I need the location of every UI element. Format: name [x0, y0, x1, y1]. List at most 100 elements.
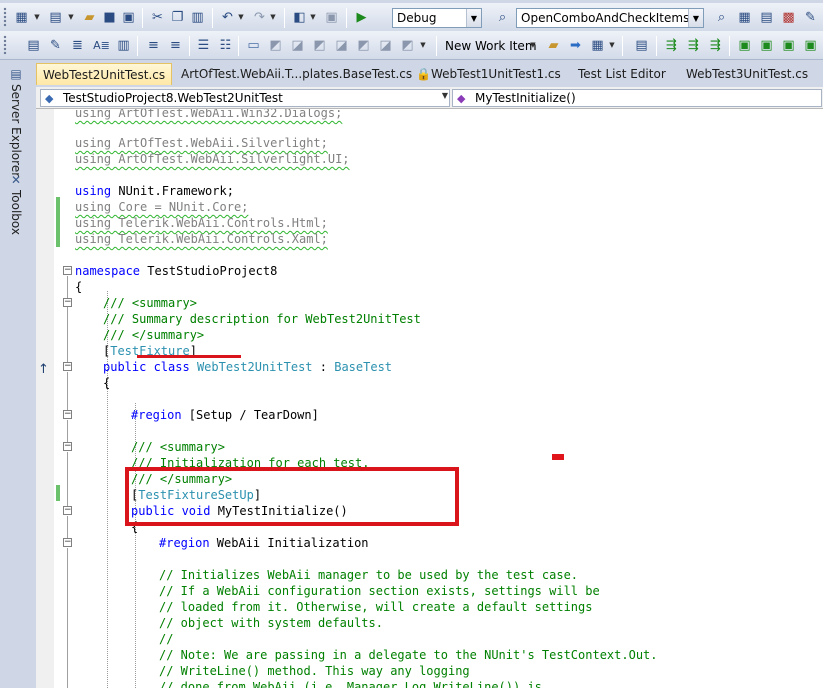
code-line: // WriteLine() method. This way any logg… — [159, 664, 470, 678]
undo-dropdown[interactable]: ▼ — [236, 8, 246, 27]
collapse-summary-icon[interactable]: − — [63, 298, 72, 307]
next-bookmark-folder-icon[interactable]: ◪ — [332, 36, 351, 55]
indicator-margin[interactable] — [36, 109, 54, 688]
chevron-down-icon[interactable]: ▼ — [442, 91, 448, 100]
run-tests-icon[interactable]: ⇶ — [662, 36, 681, 55]
prev-bookmark-doc-icon[interactable]: ◩ — [354, 36, 373, 55]
toolbar-grip[interactable] — [3, 35, 7, 55]
uncomment-icon[interactable]: ☷ — [216, 36, 235, 55]
code-line: #region [Setup / TearDown] — [131, 407, 319, 423]
navigate-dropdown[interactable]: ▼ — [308, 8, 318, 27]
type-combo[interactable]: ◆ TestStudioProject8.WebTest2UnitTest ▼ — [40, 89, 450, 107]
chevron-down-icon[interactable]: ▼ — [466, 9, 481, 27]
solution-configuration-combo[interactable]: Debug ▼ — [392, 8, 482, 28]
toggle-bookmark-icon[interactable]: ▭ — [244, 36, 263, 55]
nav-forward-icon[interactable]: ▣ — [322, 8, 341, 27]
collapse-class-icon[interactable]: − — [63, 362, 72, 371]
add-item-dropdown[interactable]: ▼ — [66, 8, 76, 27]
toolbox-icon[interactable]: ✎ — [801, 8, 820, 27]
test-list-icon[interactable]: ▣ — [779, 36, 798, 55]
server-explorer-tab[interactable]: ▤ Server Explorer — [9, 67, 23, 177]
code-token: TestStudioProject8 — [140, 264, 278, 278]
team-dropdown[interactable]: ▼ — [607, 36, 617, 55]
toolbar-options-dropdown[interactable]: ▼ — [418, 36, 428, 55]
outline-line — [67, 452, 68, 506]
save-all-icon[interactable]: ▣ — [119, 8, 138, 27]
run-all-tests-icon[interactable]: ⇶ — [706, 36, 725, 55]
code-line: /// Summary description for WebTest2Unit… — [103, 312, 421, 326]
toolbar-grip[interactable] — [3, 7, 7, 27]
add-item-icon[interactable]: ▤ — [46, 8, 65, 27]
tab-basetest[interactable]: ArtOfTest.WebAii.T...plates.BaseTest.cs … — [175, 63, 437, 85]
collapse-namespace-icon[interactable]: − — [63, 266, 72, 275]
solution-explorer-icon[interactable]: ▦ — [735, 8, 754, 27]
check-out-icon[interactable]: ▤ — [632, 36, 651, 55]
code-editor[interactable]: ↑ − − − − − − − using ArtOfTest.WebAii.W… — [36, 109, 823, 688]
toolbar-separator — [189, 36, 190, 56]
object-browser-icon[interactable]: ▩ — [779, 8, 798, 27]
outdent-icon[interactable]: ≡ — [144, 36, 163, 55]
new-project-dropdown[interactable]: ▼ — [32, 8, 42, 27]
undo-icon[interactable]: ↶ — [218, 8, 237, 27]
clear-bookmarks-icon[interactable]: ◩ — [398, 36, 417, 55]
code-line: using NUnit.Framework; — [75, 183, 234, 199]
properties-icon[interactable]: ▤ — [757, 8, 776, 27]
find-in-files-icon[interactable]: ⌕ — [493, 8, 512, 27]
list-members-icon[interactable]: ▥ — [114, 36, 133, 55]
go-to-work-item-icon[interactable]: ➡ — [566, 36, 585, 55]
next-bookmark-doc-icon[interactable]: ◪ — [376, 36, 395, 55]
new-work-item-dropdown[interactable]: ▼ — [528, 36, 538, 55]
collapse-method-icon[interactable]: − — [63, 506, 72, 515]
code-line: // Note: We are passing in a delegate to… — [159, 648, 658, 662]
copy-icon[interactable]: ❐ — [168, 8, 187, 27]
find-combo[interactable]: OpenComboAndCheckItems ▼ — [516, 8, 704, 28]
cut-icon[interactable]: ✂ — [148, 8, 167, 27]
test-results-icon[interactable]: ▣ — [735, 36, 754, 55]
collapse-region-icon[interactable]: − — [63, 410, 72, 419]
configuration-value: Debug — [397, 11, 437, 25]
code-coverage-icon[interactable]: ▣ — [801, 36, 820, 55]
new-work-item-button[interactable]: New Work Item — [445, 39, 537, 53]
tab-webtest3unittest[interactable]: WebTest3UnitTest.cs — [680, 63, 814, 85]
navigate-up-icon[interactable]: ↑ — [38, 362, 49, 377]
member-combo[interactable]: ◆ MyTestInitialize() — [452, 89, 822, 107]
redo-dropdown[interactable]: ▼ — [268, 8, 278, 27]
change-marker — [56, 485, 60, 501]
code-line: using Telerik.WebAii.Controls.Html; — [75, 216, 328, 230]
tab-webtest2unittest[interactable]: WebTest2UnitTest.cs — [36, 63, 173, 85]
paste-icon[interactable]: ▥ — [188, 8, 207, 27]
find-icon[interactable]: ⌕ — [712, 8, 731, 27]
quick-info-icon[interactable]: ≣ — [68, 36, 87, 55]
tab-webtest1unittest1[interactable]: WebTest1UnitTest1.cs — [425, 63, 567, 85]
open-file-icon[interactable]: ▰ — [80, 8, 99, 27]
navigate-backward-icon[interactable]: ◧ — [290, 8, 309, 27]
code-line: /// </summary> — [103, 328, 205, 342]
redo-icon[interactable]: ↷ — [250, 8, 269, 27]
comment-icon[interactable]: ☰ — [194, 36, 213, 55]
query-icon[interactable]: ▰ — [544, 36, 563, 55]
indent-icon[interactable]: ≡ — [166, 36, 185, 55]
prev-bookmark-icon[interactable]: ◩ — [266, 36, 285, 55]
code-token: [Setup / TearDown] — [181, 408, 319, 422]
object-members-icon[interactable]: ▤ — [24, 36, 43, 55]
save-icon[interactable]: ■ — [100, 8, 119, 27]
debug-tests-icon[interactable]: ⇶ — [684, 36, 703, 55]
collapse-init-summary-icon[interactable]: − — [63, 442, 72, 451]
complete-word-icon[interactable]: A≣ — [92, 36, 111, 55]
code-line: public class WebTest2UnitTest : BaseTest — [103, 359, 392, 375]
collapse-webaii-region-icon[interactable]: − — [63, 538, 72, 547]
test-view-icon[interactable]: ▣ — [757, 36, 776, 55]
team-explorer-icon[interactable]: ▦ — [588, 36, 607, 55]
parameter-info-icon[interactable]: ✎ — [46, 36, 65, 55]
prev-bookmark-folder-icon[interactable]: ◩ — [310, 36, 329, 55]
start-debug-icon[interactable]: ▶ — [352, 8, 371, 27]
toolbar-separator — [284, 8, 285, 28]
toolbar-separator — [137, 36, 138, 56]
outline-line — [67, 372, 68, 410]
chevron-down-icon[interactable]: ▼ — [688, 9, 703, 27]
keyword: #region — [131, 408, 182, 422]
next-bookmark-icon[interactable]: ◪ — [288, 36, 307, 55]
new-project-icon[interactable]: ▦ — [12, 8, 31, 27]
toolbox-tab[interactable]: ✕ Toolbox — [9, 173, 23, 235]
tab-test-list-editor[interactable]: Test List Editor — [572, 63, 672, 85]
